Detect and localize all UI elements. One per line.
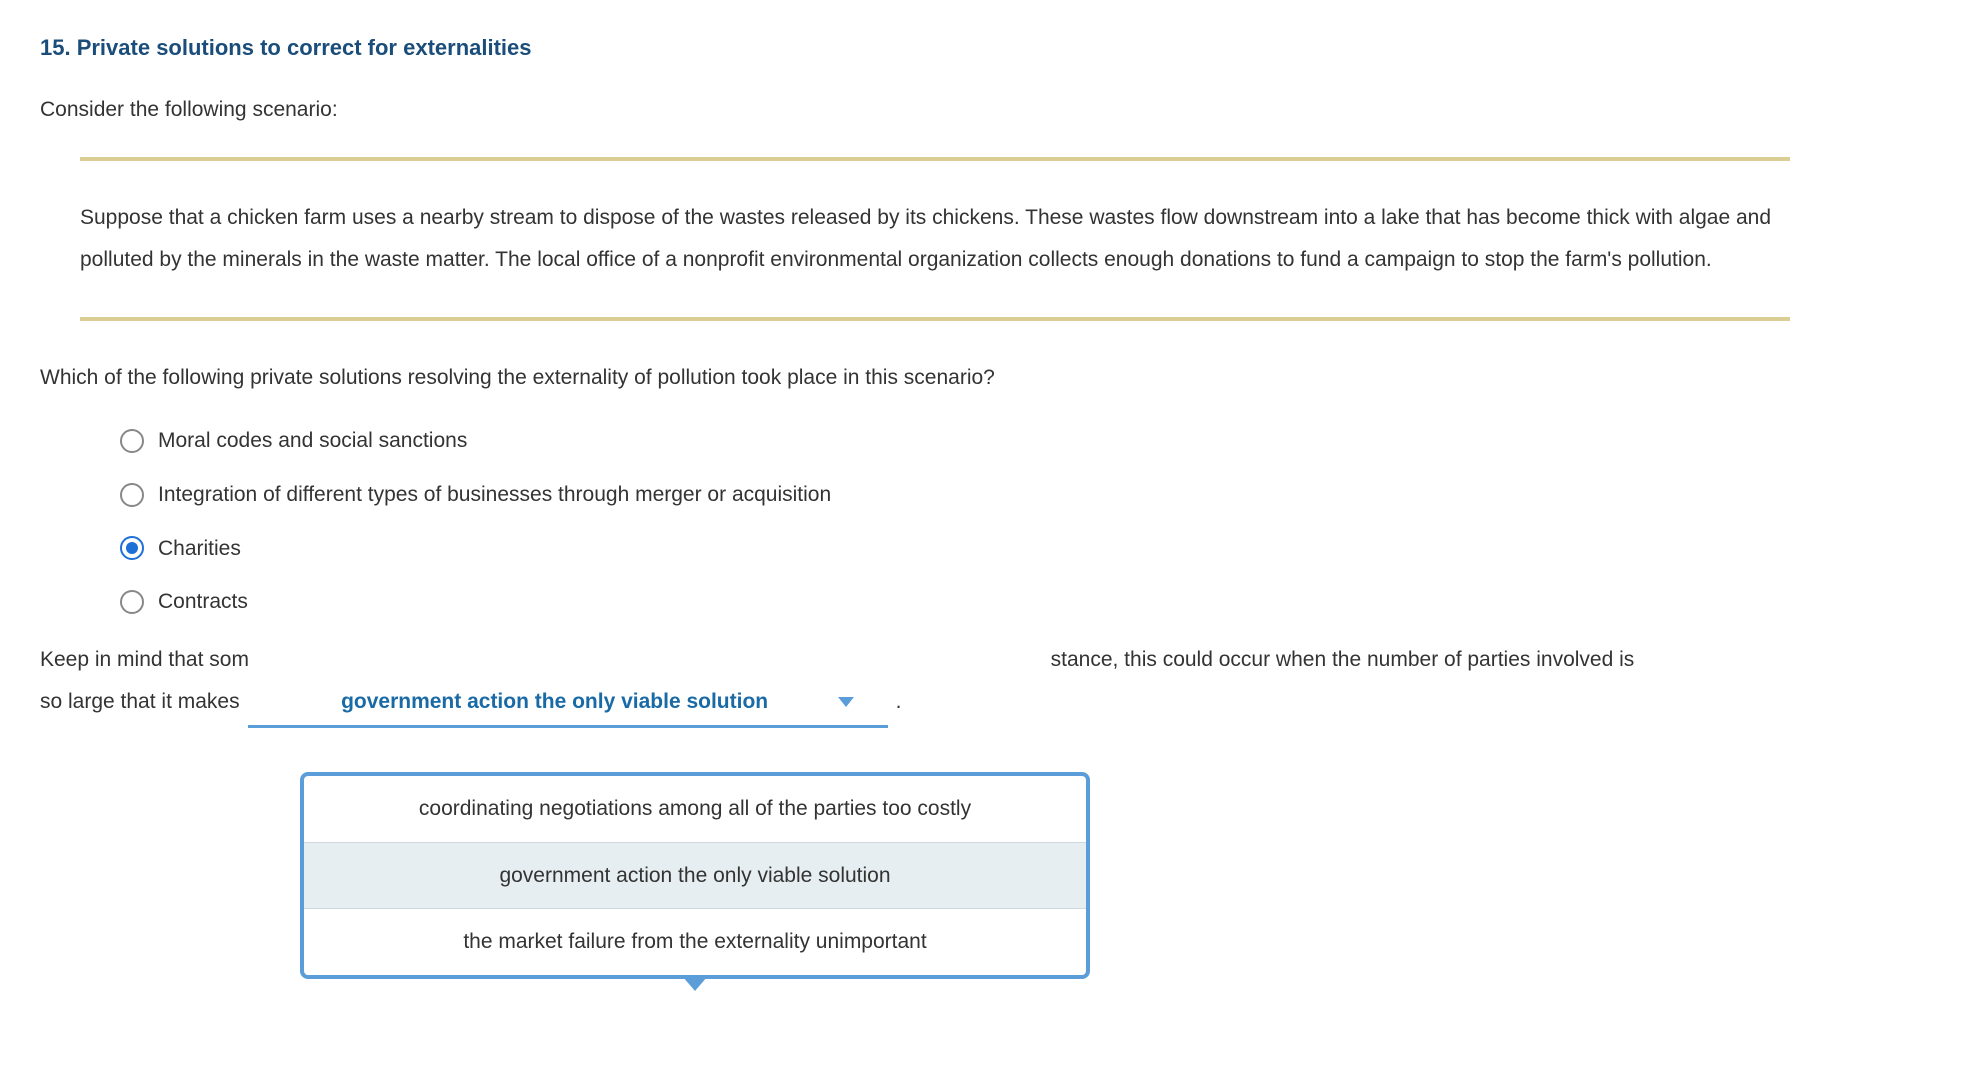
option-1[interactable]: Moral codes and social sanctions [120,424,1930,458]
option-label: Moral codes and social sanctions [158,424,467,458]
option-label: Contracts [158,585,248,619]
question-title: 15. Private solutions to correct for ext… [40,30,1930,65]
mc-question-text: Which of the following private solutions… [40,361,1930,395]
explanation-paragraph: Keep in mind that som stance, this could… [40,639,1930,728]
dropdown-option-2[interactable]: government action the only viable soluti… [304,843,1086,910]
scenario-box: Suppose that a chicken farm uses a nearb… [80,157,1790,321]
question-page: 15. Private solutions to correct for ext… [0,0,1970,1082]
dropdown-option-1[interactable]: coordinating negotiations among all of t… [304,776,1086,843]
dropdown-popup: coordinating negotiations among all of t… [300,772,1090,993]
dropdown-option-3[interactable]: the market failure from the externality … [304,909,1086,975]
mc-options: Moral codes and social sanctions Integra… [120,424,1930,618]
text-fragment: stance, this could occur when the number… [1051,648,1635,671]
fill-in-dropdown-selected[interactable]: government action the only viable soluti… [248,681,888,728]
scenario-text: Suppose that a chicken farm uses a nearb… [80,197,1780,281]
radio-icon [120,590,144,614]
caret-down-icon [838,697,854,707]
text-fragment: Keep in mind that som [40,648,249,671]
option-3[interactable]: Charities [120,532,1930,566]
radio-icon [120,429,144,453]
option-label: Integration of different types of busine… [158,478,831,512]
option-label: Charities [158,532,241,566]
radio-icon [120,483,144,507]
dropdown-selected-text: government action the only viable soluti… [341,681,768,723]
radio-icon-selected [120,536,144,560]
dropdown-pointer-down-icon [683,977,707,991]
text-fragment: so large that it makes [40,681,240,723]
period: . [896,681,902,723]
dropdown-list: coordinating negotiations among all of t… [300,772,1090,979]
option-4[interactable]: Contracts [120,585,1930,619]
option-2[interactable]: Integration of different types of busine… [120,478,1930,512]
scenario-intro: Consider the following scenario: [40,93,1930,127]
